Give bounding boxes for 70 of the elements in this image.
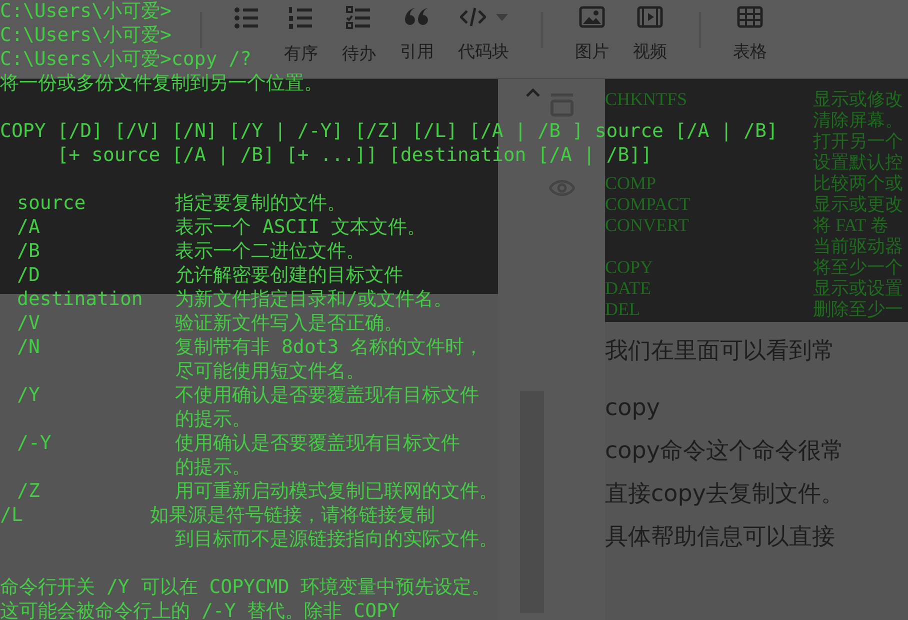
command-description: 打开另一个 xyxy=(813,131,903,152)
command-name: DATE xyxy=(605,278,651,298)
command-name: DEL xyxy=(605,299,640,319)
toolbar-button[interactable]: 代码块 xyxy=(452,0,515,63)
command-name: COPY xyxy=(605,257,654,277)
console-option-name: /N xyxy=(17,336,40,358)
console-description: 复制带有非 8dot3 名称的文件时， xyxy=(175,335,484,359)
console-option-name: destination xyxy=(17,288,143,310)
toolbar-button[interactable]: 有序 xyxy=(278,0,324,65)
console-line: C:\Users\小可爱> xyxy=(0,23,172,47)
command-description: 当前驱动器 xyxy=(813,236,903,257)
list-item-text: copy xyxy=(605,394,660,423)
console-option-name: source xyxy=(17,192,86,214)
console-line: C:\Users\小可爱>copy /? xyxy=(0,47,252,71)
image-icon xyxy=(579,6,605,28)
toolbar-button[interactable]: 表格 xyxy=(727,0,773,63)
console-description: 表示一个二进位文件。 xyxy=(175,239,365,263)
table-icon xyxy=(737,6,763,28)
console-description: 不使用确认是否要覆盖现有目标文件 xyxy=(175,383,479,407)
console-line: 命令行开关 /Y 可以在 COPYCMD 环境变量中预先设定。 xyxy=(0,575,491,599)
command-name: COMP xyxy=(605,173,656,193)
command-description: 显示或修改 xyxy=(813,89,903,110)
console-description: 允许解密要创建的目标文件 xyxy=(175,263,403,287)
console-description: 到目标而不是源链接指向的实际文件。 xyxy=(175,527,498,551)
command-description: 设置默认控 xyxy=(813,152,903,173)
command-description: 将 FAT 卷 xyxy=(813,215,888,236)
chevron-up-icon[interactable] xyxy=(526,88,540,97)
console-option-name: /A xyxy=(17,216,40,238)
toolbar-button[interactable]: 图片 xyxy=(569,0,615,63)
caret-icon xyxy=(496,14,508,20)
console-line: COPY [/D] [/V] [/N] [/Y | /-Y] [/Z] [/L] [/A | /B ] source [/A | /B] xyxy=(0,119,778,143)
command-name: CONVERT xyxy=(605,215,689,235)
toolbar-button[interactable]: 视频 xyxy=(627,0,673,63)
toolbar-button[interactable]: 待办 xyxy=(336,0,382,65)
console-option-name: /-Y xyxy=(17,432,52,454)
checklist-icon xyxy=(346,6,372,30)
console-line: 将一份或多份文件复制到另一个位置。 xyxy=(0,71,323,95)
console-description: 使用确认是否要覆盖现有目标文件 xyxy=(175,431,460,455)
console-description: 如果源是符号链接，请将链接复制 xyxy=(150,503,435,527)
console-option-name: /V xyxy=(17,312,40,334)
command-description: 比较两个或 xyxy=(813,173,903,194)
console-description: 的提示。 xyxy=(175,455,251,479)
console-option-name: /Z xyxy=(17,480,40,502)
console-description: 为新文件指定目录和/或文件名。 xyxy=(175,287,452,311)
console-description: 指定要复制的文件。 xyxy=(175,191,346,215)
console-description: 用可重新启动模式复制已联网的文件。 xyxy=(175,479,498,503)
console-line: 这可能会被命令行上的 /-Y 替代。除非 COPY xyxy=(0,599,400,620)
quote-icon xyxy=(404,6,430,28)
console-description: 表示一个 ASCII 文本文件。 xyxy=(175,215,426,239)
code-icon xyxy=(460,6,486,28)
console-line: [+ source [/A | /B] [+ ...]] [destination [/A | /B]] xyxy=(56,143,652,167)
console-option-name: /Y xyxy=(17,384,40,406)
console-option-name: /L xyxy=(0,504,23,526)
numbered-list-icon xyxy=(288,6,314,30)
console-line: C:\Users\小可爱> xyxy=(0,0,172,23)
toolbar-button[interactable]: 引用 xyxy=(394,0,440,63)
command-description: 清除屏幕。 xyxy=(813,110,903,131)
console-description: 的提示。 xyxy=(175,407,251,431)
command-description: 显示或更改 xyxy=(813,194,903,215)
console-description: 验证新文件写入是否正确。 xyxy=(175,311,403,335)
console-description: 尽可能使用短文件名。 xyxy=(175,359,365,383)
command-description: 删除至少一 xyxy=(813,299,903,320)
command-name: CHKNTFS xyxy=(605,89,688,109)
bullet-list-icon xyxy=(234,6,260,30)
video-icon xyxy=(637,6,663,28)
console-option-name: /D xyxy=(17,264,40,286)
command-description: 将至少一个 xyxy=(813,257,903,278)
console-option-name: /B xyxy=(17,240,40,262)
command-name: COMPACT xyxy=(605,194,690,214)
command-description: 显示或设置 xyxy=(813,278,903,299)
